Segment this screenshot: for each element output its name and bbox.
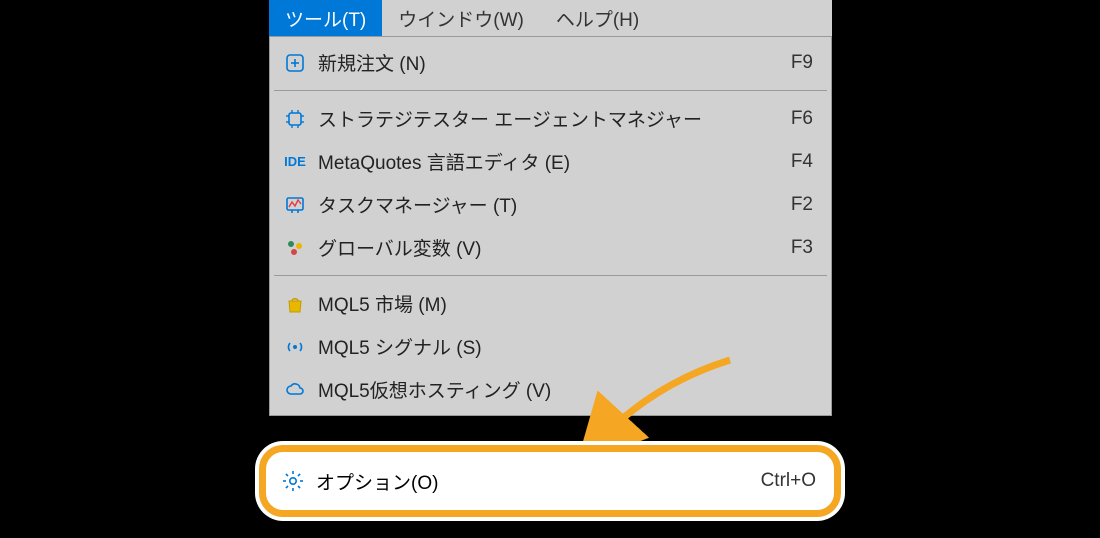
menu-mql5-signals[interactable]: MQL5 シグナル (S) [270,325,831,368]
bag-icon [282,291,308,317]
variables-icon [282,235,308,261]
menu-item-shortcut: F2 [791,194,813,216]
cloud-icon [282,377,308,403]
menu-item-label: 新規注文 (N) [318,49,775,76]
menu-item-shortcut: F6 [791,108,813,130]
menu-item-label: MQL5 市場 (M) [318,290,813,317]
menu-mql5-market[interactable]: MQL5 市場 (M) [270,282,831,325]
menubar: ツール(T) ウインドウ(W) ヘルプ(H) [269,0,832,36]
separator [274,275,827,276]
menubar-window[interactable]: ウインドウ(W) [382,0,540,36]
menu-item-label: グローバル変数 (V) [318,234,775,261]
menu-new-order[interactable]: 新規注文 (N) F9 [270,41,831,84]
menu-item-shortcut: F9 [791,52,813,74]
menu-item-label: ストラテジテスター エージェントマネジャー [318,105,775,132]
menu-item-label: MQL5仮想ホスティング (V) [318,376,813,403]
menu-container: ツール(T) ウインドウ(W) ヘルプ(H) 新規注文 (N) F9 ストラテジ… [269,0,832,416]
menu-options-highlighted[interactable]: オプション(O) Ctrl+O [259,445,841,517]
monitor-icon [282,192,308,218]
menu-item-shortcut: F4 [791,151,813,173]
menubar-help[interactable]: ヘルプ(H) [540,0,655,36]
tools-dropdown: 新規注文 (N) F9 ストラテジテスター エージェントマネジャー F6 IDE… [269,36,832,416]
gear-icon [280,468,306,494]
ide-icon: IDE [282,149,308,175]
menu-item-label: オプション(O) [316,468,745,495]
menu-global-vars[interactable]: グローバル変数 (V) F3 [270,226,831,269]
menu-item-label: MetaQuotes 言語エディタ (E) [318,148,775,175]
menu-strategy-tester[interactable]: ストラテジテスター エージェントマネジャー F6 [270,97,831,140]
signal-icon [282,334,308,360]
separator [274,90,827,91]
menu-meta-editor[interactable]: IDE MetaQuotes 言語エディタ (E) F4 [270,140,831,183]
menu-item-shortcut: F3 [791,237,813,259]
menu-mql5-hosting[interactable]: MQL5仮想ホスティング (V) [270,368,831,411]
menu-item-label: MQL5 シグナル (S) [318,333,813,360]
new-order-icon [282,50,308,76]
menubar-tools[interactable]: ツール(T) [269,0,382,36]
chip-icon [282,106,308,132]
menu-item-label: タスクマネージャー (T) [318,191,775,218]
menu-item-shortcut: Ctrl+O [761,470,816,492]
menu-task-manager[interactable]: タスクマネージャー (T) F2 [270,183,831,226]
